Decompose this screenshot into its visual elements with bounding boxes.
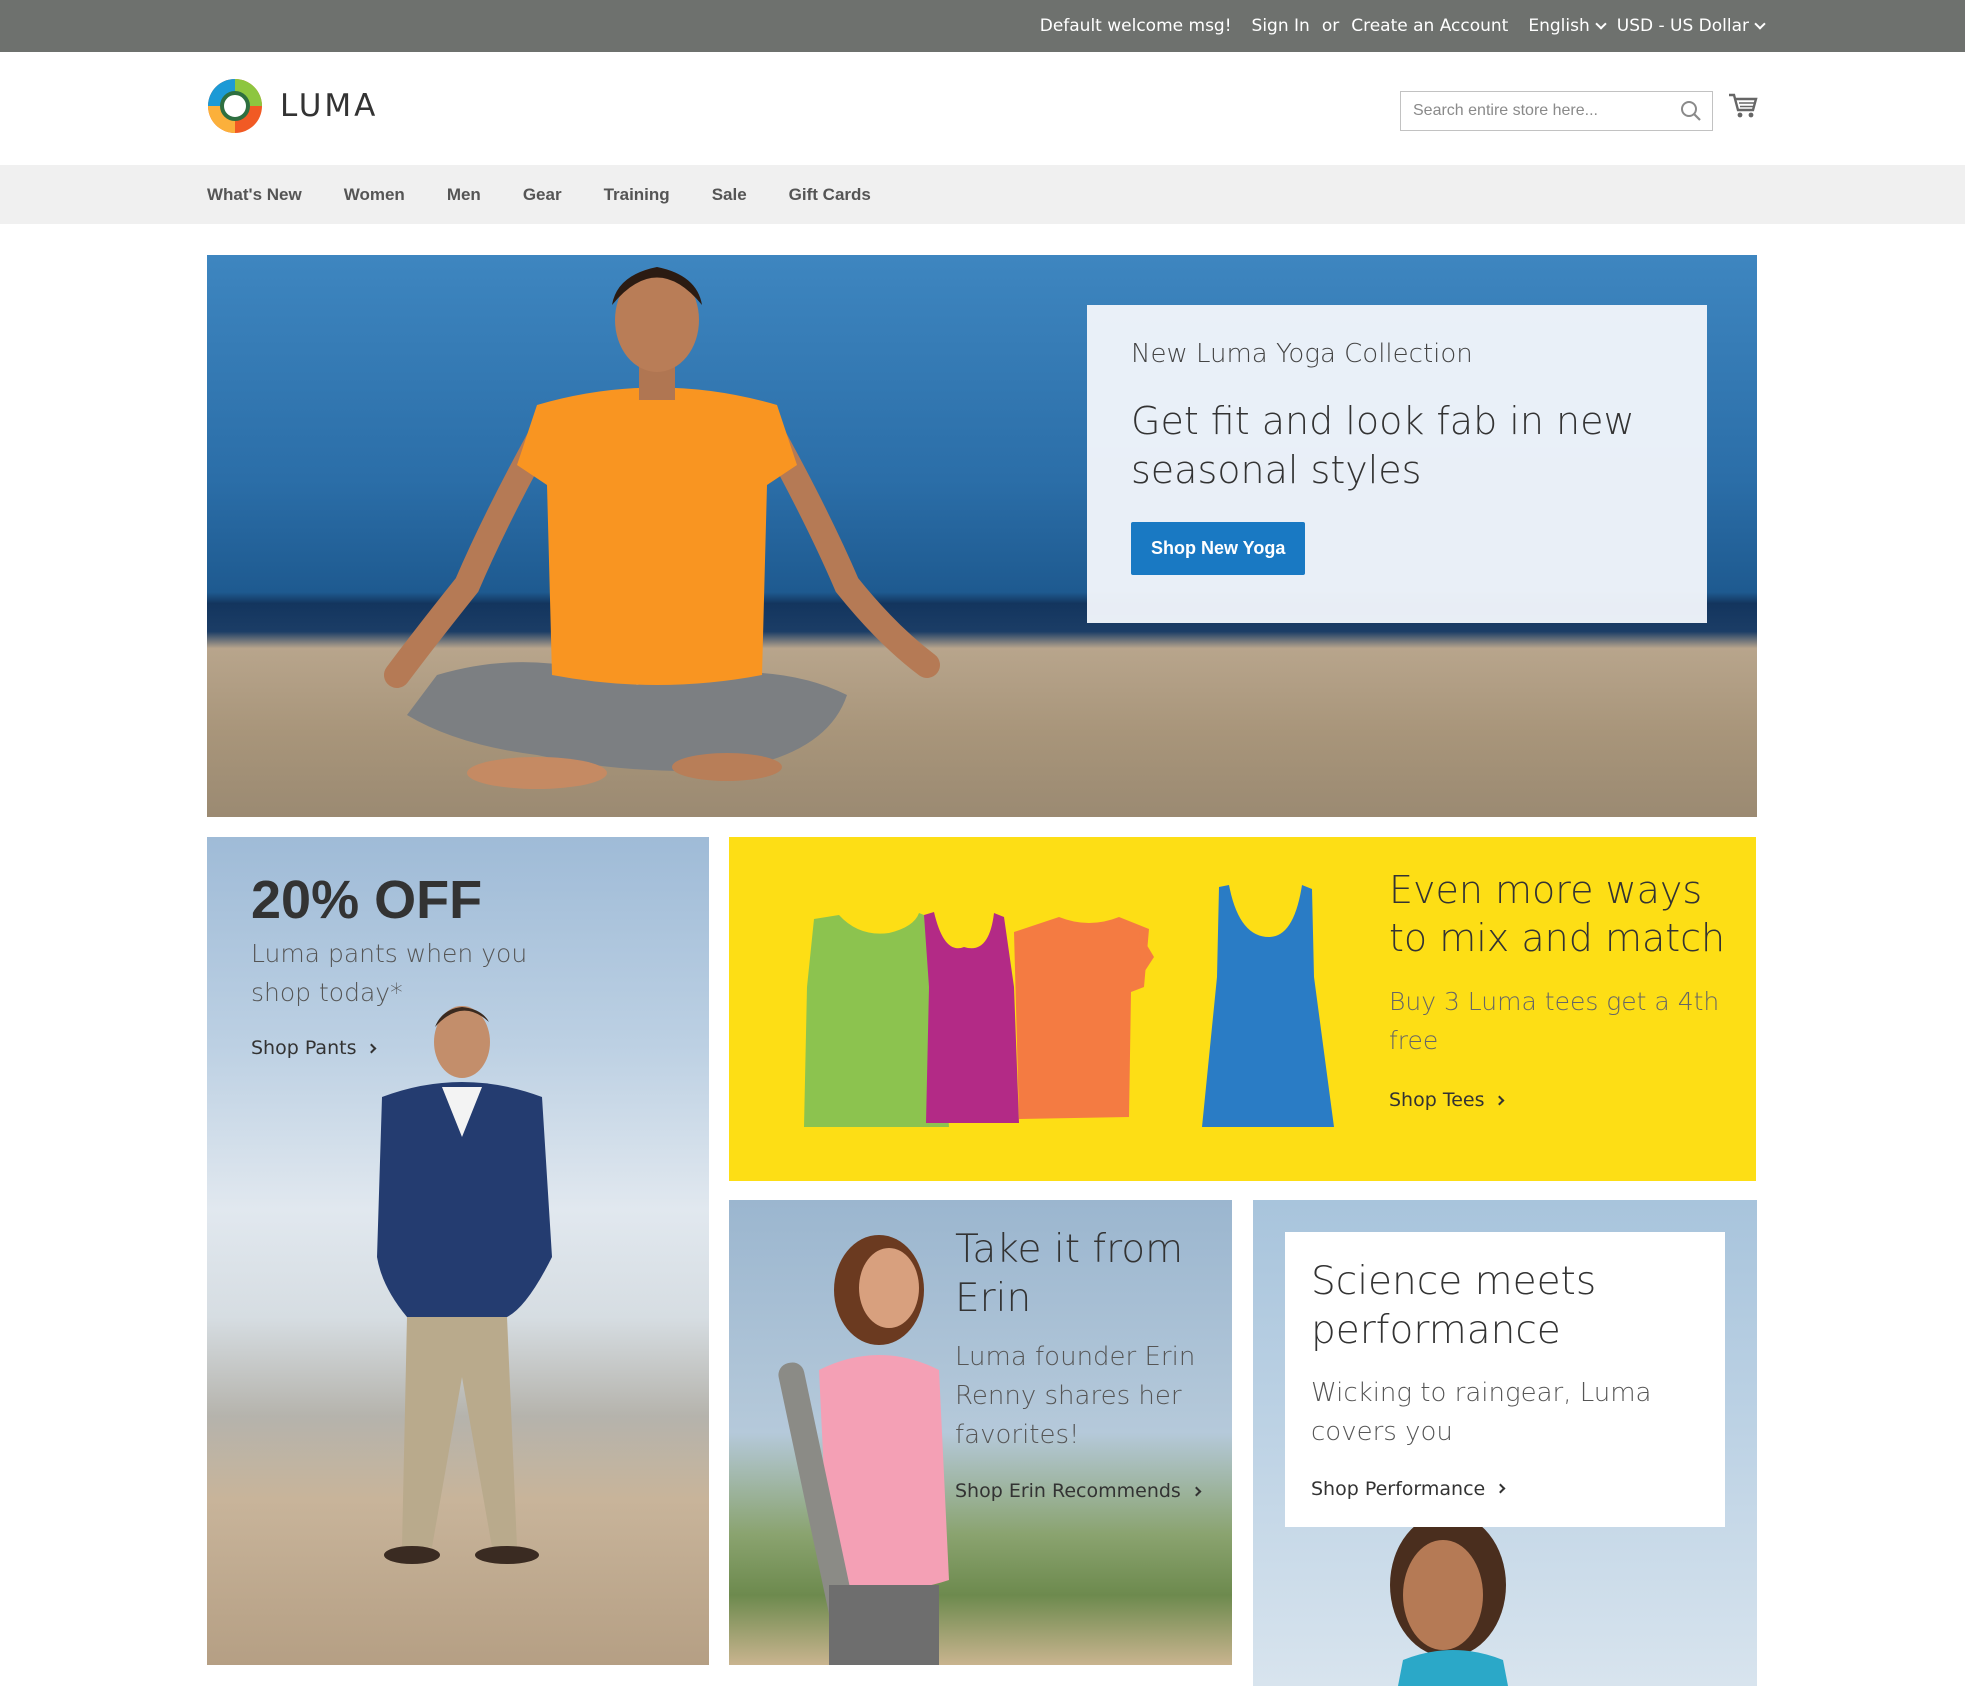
currency-switcher[interactable]: USD - US Dollar — [1616, 16, 1766, 36]
promo-tees-headline: Even more ways to mix and match — [1389, 868, 1726, 960]
welcome-message: Default welcome msg! — [1039, 16, 1232, 36]
hero-title: Get fit and look fab in new seasonal sty… — [1131, 399, 1635, 492]
chevron-right-icon — [1495, 1483, 1506, 1494]
chevron-down-icon — [1595, 17, 1607, 30]
shop-tees-label: Shop Tees — [1389, 1089, 1485, 1111]
search-box — [1400, 91, 1713, 131]
nav-item-sale[interactable]: Sale — [712, 185, 747, 205]
tees-image — [804, 885, 1334, 1127]
promo-erin-headline: Take it from Erin — [955, 1227, 1184, 1321]
chevron-right-icon — [1495, 1095, 1505, 1105]
hero-subtitle: New Luma Yoga Collection — [1131, 339, 1473, 369]
yoga-woman-image — [384, 267, 940, 789]
chevron-right-icon — [367, 1043, 377, 1053]
promo-performance[interactable]: Science meets performance Wicking to rai… — [1253, 1200, 1757, 1686]
or-text: or — [1321, 16, 1340, 36]
promo-erin-description: Luma founder Erin Renny shares her favor… — [955, 1342, 1196, 1450]
promo-tees-description: Buy 3 Luma tees get a 4th free — [1389, 987, 1720, 1055]
promo-performance-headline: Science meets performance — [1311, 1259, 1597, 1353]
search-input[interactable] — [1401, 92, 1671, 130]
shop-performance-label: Shop Performance — [1311, 1477, 1486, 1500]
shop-erin-recommends-label: Shop Erin Recommends — [955, 1480, 1181, 1502]
shop-performance-link[interactable]: Shop Performance — [1311, 1478, 1699, 1500]
nav-item-men[interactable]: Men — [447, 185, 481, 205]
shop-pants-label: Shop Pants — [251, 1037, 357, 1059]
search-icon[interactable] — [1680, 100, 1702, 122]
currency-label: USD - US Dollar — [1616, 16, 1749, 36]
top-links: Default welcome msg! Sign In or Create a… — [1039, 0, 1766, 52]
nav-item-women[interactable]: Women — [344, 185, 405, 205]
nav-item-whats-new[interactable]: What's New — [207, 185, 302, 205]
chevron-down-icon — [1754, 17, 1766, 30]
promo-pants[interactable]: 20% OFF Luma pants when you shop today* … — [207, 837, 709, 1665]
promo-pants-headline: 20% OFF — [251, 870, 483, 930]
main-navigation: What's New Women Men Gear Training Sale … — [0, 165, 1965, 224]
hero-card: New Luma Yoga Collection Get fit and loo… — [1087, 305, 1707, 623]
luma-logo-icon — [208, 79, 262, 133]
top-bar: Default welcome msg! Sign In or Create a… — [0, 0, 1965, 52]
nav-item-gear[interactable]: Gear — [523, 185, 562, 205]
shop-pants-link[interactable]: Shop Pants — [251, 1037, 377, 1059]
logo-link[interactable]: LUMA — [207, 78, 378, 134]
cart-icon[interactable] — [1728, 92, 1758, 120]
chevron-right-icon — [1191, 1486, 1202, 1496]
nav-item-training[interactable]: Training — [604, 185, 670, 205]
promo-erin[interactable]: Take it from Erin Luma founder Erin Renn… — [729, 1200, 1232, 1665]
header: LUMA — [0, 52, 1965, 165]
promo-performance-description: Wicking to raingear, Luma covers you — [1311, 1377, 1652, 1447]
performance-card: Science meets performance Wicking to rai… — [1285, 1232, 1725, 1527]
sign-in-link[interactable]: Sign In — [1252, 16, 1310, 36]
promo-tees[interactable]: Even more ways to mix and match Buy 3 Lu… — [729, 837, 1756, 1181]
shop-tees-link[interactable]: Shop Tees — [1389, 1089, 1505, 1111]
language-switcher[interactable]: English — [1528, 16, 1607, 36]
promo-pants-description: Luma pants when you shop today* — [251, 939, 528, 1007]
shop-erin-recommends-link[interactable]: Shop Erin Recommends — [955, 1480, 1202, 1502]
create-account-link[interactable]: Create an Account — [1351, 16, 1508, 36]
shop-new-yoga-button[interactable]: Shop New Yoga — [1131, 522, 1306, 576]
hero-banner[interactable]: New Luma Yoga Collection Get fit and loo… — [207, 255, 1757, 817]
logo-text: LUMA — [280, 88, 379, 124]
nav-item-gift-cards[interactable]: Gift Cards — [789, 185, 871, 205]
language-label: English — [1528, 16, 1590, 36]
